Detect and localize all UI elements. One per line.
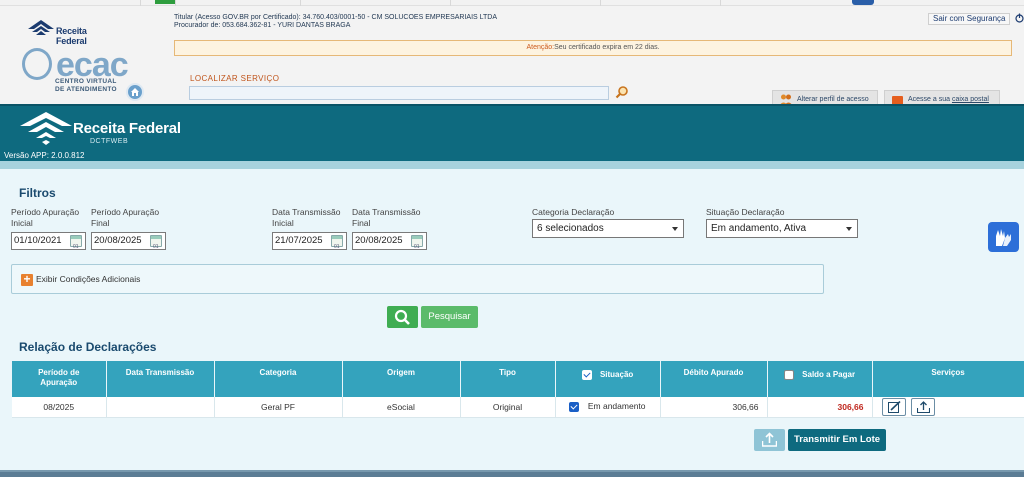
change-profile-label: Alterar perfil de acesso	[797, 96, 869, 103]
transmissao-final-input[interactable]: 20/08/2025 01	[352, 232, 427, 250]
cell-origem: eSocial	[342, 397, 461, 418]
cell-tipo: Original	[460, 397, 556, 418]
filters-title: Filtros	[19, 186, 56, 200]
receita-federal-logo-icon	[20, 112, 72, 145]
cell-data-transmissao	[106, 397, 215, 418]
user-procurador: Procurador de: 053.684.362-81 - YURI DAN…	[174, 22, 351, 29]
transmissao-inicial-value: 21/07/2025	[275, 235, 323, 246]
situacao-select[interactable]: Em andamento, Ativa	[706, 219, 858, 238]
select-all-saldo-checkbox[interactable]	[783, 370, 794, 380]
app-version: Versão APP: 2.0.0.812	[4, 151, 85, 160]
ecac-header: Receita Federal ecac CENTRO VIRTUAL DE A…	[0, 6, 1024, 110]
transmit-declaration-button[interactable]	[910, 397, 935, 416]
calendar-icon[interactable]: 01	[70, 235, 82, 250]
header-tipo[interactable]: Tipo	[460, 361, 556, 397]
upload-icon	[762, 432, 777, 447]
app-title: Receita Federal	[73, 120, 181, 137]
header-situacao[interactable]: Situação	[555, 361, 661, 397]
header-data-transmissao[interactable]: Data Transmissão	[106, 361, 215, 397]
ecac-logo-ring	[22, 48, 52, 80]
periodo-inicial-value: 01/10/2021	[14, 235, 62, 246]
cell-categoria: Geral PF	[214, 397, 343, 418]
app-subtitle: DCTFWEB	[90, 138, 129, 145]
row-select-checkbox[interactable]	[569, 402, 580, 413]
top-strip-blue-tab[interactable]	[852, 0, 874, 5]
categoria-value: 6 selecionados	[537, 223, 604, 234]
table-row[interactable]: 08/2025 Geral PF eSocial Original Em and…	[12, 397, 1024, 418]
transmissao-inicial-input[interactable]: 21/07/2025 01	[272, 232, 347, 250]
user-titular: Titular (Acesso GOV.BR por Certificado):…	[174, 14, 498, 21]
search-icon	[394, 309, 410, 325]
header-saldo[interactable]: Saldo a Pagar	[767, 361, 873, 397]
calendar-icon[interactable]: 01	[331, 235, 343, 250]
cell-periodo: 08/2025	[12, 397, 107, 418]
declarations-table: Período de Apuração Data Transmissão Cate…	[12, 361, 1024, 418]
search-icon-button[interactable]	[387, 306, 418, 328]
logout-button[interactable]: Sair com Segurança	[928, 13, 1011, 25]
receita-federal-small-title: Receita Federal	[56, 26, 87, 46]
ecac-logo-subtitle: CENTRO VIRTUAL DE ATENDIMENTO	[55, 78, 117, 94]
ecac-logo-sub-line1: CENTRO VIRTUAL	[55, 78, 117, 85]
declarations-title: Relação de Declarações	[19, 340, 157, 354]
receita-federal-logo-icon	[28, 20, 54, 35]
calendar-icon[interactable]: 01	[411, 235, 423, 250]
header-origem[interactable]: Origem	[342, 361, 461, 397]
calendar-icon[interactable]: 01	[150, 235, 162, 250]
additional-conditions-label[interactable]: Exibir Condições Adicionais	[36, 274, 140, 284]
footer-bar	[0, 470, 1024, 477]
periodo-inicial-label: Período Apuração Inicial	[11, 207, 80, 228]
batch-transmit-button[interactable]: Transmitir Em Lote	[788, 429, 886, 451]
header-debito[interactable]: Débito Apurado	[660, 361, 768, 397]
table-header-row: Período de Apuração Data Transmissão Cate…	[12, 361, 1024, 397]
expand-plus-icon[interactable]: +	[21, 273, 33, 286]
periodo-final-value: 20/08/2025	[94, 235, 142, 246]
situacao-value: Em andamento, Ativa	[711, 223, 807, 234]
periodo-final-label: Período Apuração Final	[91, 207, 160, 228]
alert-label: Atenção:	[526, 44, 555, 51]
logout-power-icon[interactable]	[1015, 13, 1024, 23]
header-divider	[0, 161, 1024, 169]
cell-saldo: 306,66	[767, 397, 873, 418]
cell-situacao: Em andamento	[555, 397, 661, 418]
alert-text: Seu certificado expira em 22 dias.	[554, 44, 660, 51]
home-icon[interactable]	[126, 83, 144, 101]
cell-servicos	[872, 397, 1024, 418]
search-button[interactable]: Pesquisar	[421, 306, 478, 328]
top-strip-green-tab[interactable]	[155, 0, 175, 4]
edit-declaration-button[interactable]	[881, 397, 906, 416]
categoria-select[interactable]: 6 selecionados	[532, 219, 684, 238]
chevron-down-icon	[672, 227, 678, 231]
mailbox-label: Acesse a sua	[908, 96, 952, 103]
app-header: Receita Federal DCTFWEB Versão APP: 2.0.…	[0, 104, 1024, 161]
transmissao-final-value: 20/08/2025	[355, 235, 403, 246]
certificate-alert: Atenção:Seu certificado expira em 22 dia…	[174, 40, 1012, 56]
user-info: Titular (Acesso GOV.BR por Certificado):…	[174, 14, 497, 30]
ecac-logo[interactable]: ecac CENTRO VIRTUAL DE ATENDIMENTO	[22, 46, 129, 102]
search-service-input[interactable]	[189, 86, 609, 100]
search-service-icon[interactable]	[615, 85, 629, 99]
select-all-situacao-checkbox[interactable]	[581, 370, 592, 380]
chevron-down-icon	[846, 227, 852, 231]
edit-pencil-icon	[887, 400, 901, 413]
transmissao-inicial-label: Data Transmissão Inicial	[272, 207, 341, 228]
ecac-logo-sub-line2: DE ATENDIMENTO	[55, 86, 117, 93]
transmissao-final-label: Data Transmissão Final	[352, 207, 421, 228]
cell-debito: 306,66	[660, 397, 768, 418]
batch-transmit-icon-button[interactable]	[754, 429, 785, 451]
sign-language-hands-icon	[996, 229, 1011, 246]
accessibility-libras-button[interactable]	[988, 222, 1019, 252]
main-content: Filtros Período Apuração Inicial 01/10/20…	[0, 169, 1024, 470]
upload-icon	[916, 400, 930, 413]
periodo-final-input[interactable]: 20/08/2025 01	[91, 232, 166, 250]
header-servicos: Serviços	[872, 361, 1024, 397]
periodo-inicial-input[interactable]: 01/10/2021 01	[11, 232, 86, 250]
header-categoria[interactable]: Categoria	[214, 361, 343, 397]
additional-conditions-panel[interactable]: + Exibir Condições Adicionais	[11, 264, 824, 294]
mailbox-link[interactable]: caixa postal	[952, 96, 989, 103]
situacao-label: Situação Declaração	[706, 207, 785, 217]
categoria-label: Categoria Declaração	[532, 207, 615, 217]
receita-federal-small-logo[interactable]: Receita Federal	[28, 20, 118, 46]
search-service-label: LOCALIZAR SERVIÇO	[190, 74, 280, 83]
header-periodo[interactable]: Período de Apuração	[12, 361, 107, 397]
